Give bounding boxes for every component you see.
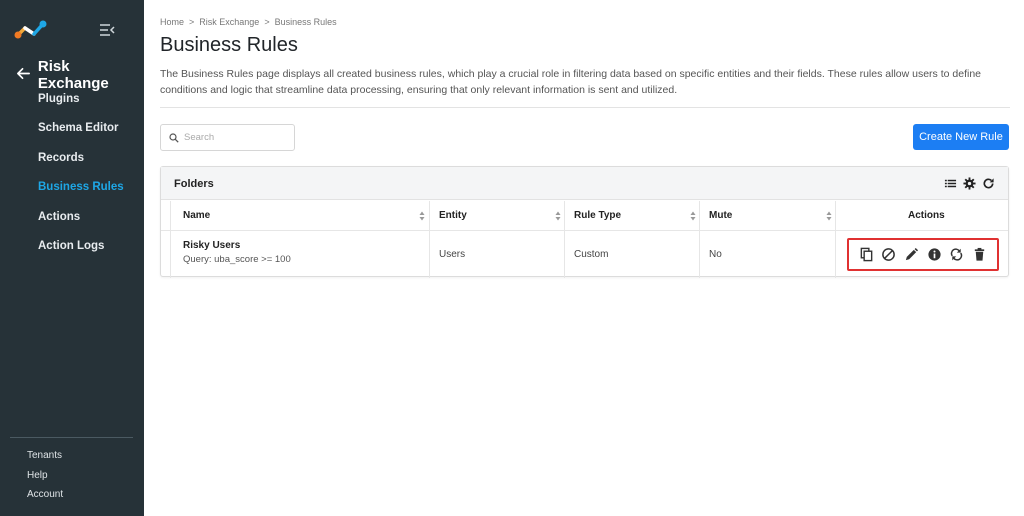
rule-name-cell: Risky Users Query: uba_score >= 100	[183, 240, 291, 265]
sidebar-link-tenants[interactable]: Tenants	[27, 450, 63, 470]
column-header-mute[interactable]: Mute	[709, 201, 732, 231]
sidebar-item-action-logs[interactable]: Action Logs	[38, 239, 124, 268]
page-description: The Business Rules page displays all cre…	[160, 68, 981, 96]
rule-type: Custom	[574, 249, 609, 260]
disable-button[interactable]	[881, 247, 896, 262]
copy-button[interactable]	[859, 247, 874, 262]
sidebar-item-schema-editor[interactable]: Schema Editor	[38, 121, 124, 150]
sidebar-link-account[interactable]: Account	[27, 489, 63, 509]
section-title: Risk Exchange	[37, 58, 109, 92]
rule-query: Query: uba_score >= 100	[183, 254, 291, 265]
rule-entity: Users	[439, 249, 466, 260]
table-header: Name Entity Rule Type Mute Actions	[161, 201, 1008, 231]
sidebar: Risk Exchange Plugins Schema Editor Reco…	[0, 0, 144, 516]
sort-icon[interactable]	[555, 211, 561, 221]
sidebar-item-actions[interactable]: Actions	[38, 210, 124, 239]
brand-logo-icon[interactable]	[14, 20, 48, 40]
create-new-rule-button[interactable]: Create New Rule	[913, 124, 1009, 150]
breadcrumb-business-rules: Business Rules	[274, 17, 337, 27]
search-box[interactable]	[160, 124, 295, 151]
panel-tools	[944, 177, 995, 190]
delete-icon	[974, 247, 985, 261]
sidebar-divider	[10, 437, 133, 438]
collapse-menu-icon[interactable]	[98, 22, 116, 38]
edit-button[interactable]	[904, 247, 919, 262]
sidebar-item-business-rules[interactable]: Business Rules	[38, 180, 124, 209]
rule-name[interactable]: Risky Users	[183, 240, 291, 251]
sync-button[interactable]	[949, 247, 964, 262]
search-icon	[169, 132, 179, 143]
row-actions-group	[847, 238, 999, 271]
search-input[interactable]	[184, 132, 284, 143]
breadcrumb-risk-exchange[interactable]: Risk Exchange	[199, 17, 259, 27]
sync-icon	[951, 248, 963, 261]
block-icon	[882, 248, 896, 261]
refresh-icon[interactable]	[982, 177, 995, 190]
arrow-left-icon[interactable]	[16, 66, 32, 85]
edit-icon	[906, 247, 919, 261]
delete-button[interactable]	[972, 247, 987, 262]
column-header-actions: Actions	[908, 210, 945, 221]
breadcrumb-separator: >	[264, 17, 270, 27]
breadcrumb: Home > Risk Exchange > Business Rules	[160, 17, 337, 27]
sidebar-link-help[interactable]: Help	[27, 470, 63, 490]
sort-icon[interactable]	[419, 211, 425, 221]
rule-mute: No	[709, 249, 722, 260]
info-button[interactable]	[927, 247, 942, 262]
header-divider	[160, 107, 1010, 108]
sort-icon[interactable]	[826, 211, 832, 221]
copy-icon	[860, 247, 873, 262]
page-title: Business Rules	[160, 34, 298, 56]
panel-header: Folders	[161, 167, 1008, 200]
sidebar-item-records[interactable]: Records	[38, 151, 124, 180]
gear-icon[interactable]	[963, 177, 976, 190]
list-icon[interactable]	[944, 177, 957, 190]
column-header-name[interactable]: Name	[183, 201, 210, 231]
sidebar-bottom-links: Tenants Help Account	[27, 450, 63, 509]
info-icon	[928, 248, 941, 261]
column-header-rule-type[interactable]: Rule Type	[574, 201, 621, 231]
back-to-risk-exchange[interactable]: Risk Exchange	[16, 58, 144, 92]
sidebar-nav: Plugins Schema Editor Records Business R…	[38, 92, 124, 268]
breadcrumb-separator: >	[189, 17, 195, 27]
breadcrumb-home[interactable]: Home	[160, 17, 184, 27]
sort-icon[interactable]	[690, 211, 696, 221]
sidebar-item-plugins[interactable]: Plugins	[38, 92, 124, 121]
panel-title: Folders	[174, 178, 214, 190]
column-header-entity[interactable]: Entity	[439, 201, 467, 231]
